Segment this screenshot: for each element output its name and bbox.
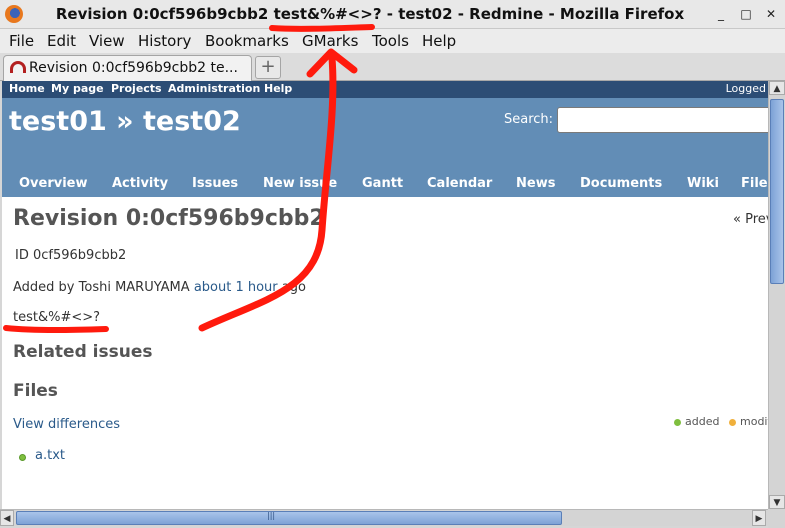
- tab-wiki[interactable]: Wiki: [687, 176, 719, 191]
- time-link[interactable]: about 1 hour: [194, 280, 278, 295]
- main-content: Revision 0:0cf596b9cbb2 « Prev ID 0cf596…: [2, 197, 768, 509]
- top-menu-administration[interactable]: Administration: [168, 82, 260, 95]
- redmine-favicon-icon: [10, 61, 26, 73]
- legend-added-label: added: [685, 415, 720, 428]
- previous-revision-link[interactable]: « Prev: [733, 212, 768, 227]
- revision-id: ID 0cf596b9cbb2: [15, 248, 126, 263]
- vertical-scrollbar[interactable]: ▲ ▼: [768, 81, 785, 509]
- modified-dot-icon: [729, 418, 736, 426]
- top-menu-home[interactable]: Home: [9, 82, 45, 95]
- scroll-down-arrow-icon[interactable]: ▼: [769, 495, 785, 509]
- project-header: test01 » test02 Search: Overview Activit…: [2, 98, 768, 197]
- minimize-button[interactable]: _: [713, 6, 729, 22]
- revision-id-value: 0cf596b9cbb2: [33, 248, 127, 263]
- author-line: Added by Toshi MARUYAMA about 1 hour ago: [13, 280, 306, 295]
- horizontal-scrollbar[interactable]: ◀ ||| ▶: [0, 509, 768, 526]
- page-viewport: Home My page Projects Administration Hel…: [2, 81, 768, 509]
- time-suffix: ago: [281, 280, 306, 295]
- vertical-scroll-thumb[interactable]: [770, 99, 784, 284]
- scroll-right-arrow-icon[interactable]: ▶: [752, 510, 766, 526]
- revision-id-label: ID: [15, 248, 29, 263]
- horizontal-scroll-thumb[interactable]: [16, 511, 562, 525]
- top-menu-projects[interactable]: Projects: [111, 82, 162, 95]
- menu-history[interactable]: History: [138, 32, 191, 50]
- tab-documents[interactable]: Documents: [580, 176, 662, 191]
- files-heading: Files: [13, 381, 58, 401]
- project-title: test01 » test02: [9, 106, 241, 137]
- window-titlebar: Revision 0:0cf596b9cbb2 test&%#<>? - tes…: [0, 0, 785, 29]
- legend-modified-label: modified: [740, 415, 768, 428]
- menu-view[interactable]: View: [89, 32, 125, 50]
- scroll-grip-icon: |||: [267, 511, 276, 520]
- search-label: Search:: [504, 112, 554, 127]
- tab-activity[interactable]: Activity: [112, 176, 168, 191]
- tab-gantt[interactable]: Gantt: [362, 176, 403, 191]
- legend-added: added: [674, 415, 719, 428]
- menu-file[interactable]: File: [9, 32, 34, 50]
- scrollbar-corner: [768, 509, 785, 528]
- new-tab-button[interactable]: +: [255, 56, 281, 79]
- author-text: Added by Toshi MARUYAMA: [13, 280, 190, 295]
- page-title: Revision 0:0cf596b9cbb2: [13, 206, 325, 231]
- close-button[interactable]: ✕: [763, 6, 779, 22]
- added-dot-icon: [674, 418, 681, 426]
- commit-message: test&%#<>?: [13, 310, 101, 325]
- menu-edit[interactable]: Edit: [47, 32, 76, 50]
- legend-modified: modified: [729, 415, 768, 428]
- top-menu: Home My page Projects Administration Hel…: [2, 81, 768, 98]
- top-menu-help[interactable]: Help: [264, 82, 292, 95]
- tab-issues[interactable]: Issues: [192, 176, 238, 191]
- logged-in-as: Logged: [725, 82, 766, 95]
- tab-bar: Revision 0:0cf596b9cbb2 te... +: [0, 53, 785, 81]
- maximize-button[interactable]: □: [738, 6, 754, 22]
- window-title: Revision 0:0cf596b9cbb2 test&%#<>? - tes…: [55, 5, 685, 23]
- tab-overview[interactable]: Overview: [19, 176, 88, 191]
- tab-files[interactable]: Files: [741, 176, 768, 191]
- menu-help[interactable]: Help: [422, 32, 456, 50]
- search-input[interactable]: [557, 107, 768, 133]
- menu-gmarks[interactable]: GMarks: [302, 32, 358, 50]
- related-issues-heading: Related issues: [13, 342, 153, 362]
- menu-bar: File Edit View History Bookmarks GMarks …: [0, 29, 785, 53]
- browser-tab[interactable]: Revision 0:0cf596b9cbb2 te...: [3, 55, 252, 81]
- tab-news[interactable]: News: [516, 176, 555, 191]
- tab-new-issue[interactable]: New issue: [263, 176, 337, 191]
- view-differences-link[interactable]: View differences: [13, 417, 120, 432]
- file-link-a-txt[interactable]: a.txt: [35, 448, 65, 463]
- top-menu-my-page[interactable]: My page: [51, 82, 104, 95]
- tab-label: Revision 0:0cf596b9cbb2 te...: [29, 60, 238, 76]
- tab-calendar[interactable]: Calendar: [427, 176, 492, 191]
- menu-tools[interactable]: Tools: [372, 32, 409, 50]
- scroll-left-arrow-icon[interactable]: ◀: [0, 510, 14, 526]
- file-added-icon: [19, 454, 26, 461]
- menu-bookmarks[interactable]: Bookmarks: [205, 32, 289, 50]
- scroll-up-arrow-icon[interactable]: ▲: [769, 81, 785, 95]
